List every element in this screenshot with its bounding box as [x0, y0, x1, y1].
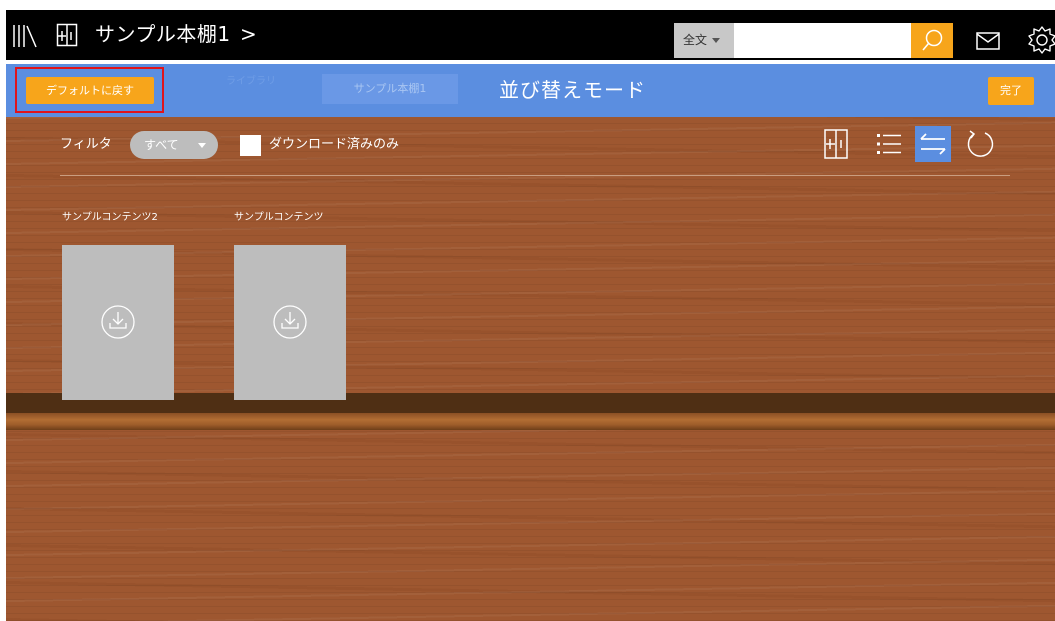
shelf-title[interactable]: サンプル本棚1: [95, 20, 231, 48]
download-icon[interactable]: [100, 304, 136, 340]
app-frame: サンプル本棚1 > 全文 デフォルトに戻す ライブラリ サンプル本棚1 並び替え…: [6, 0, 1055, 621]
sort-mode-bar: デフォルトに戻す ライブラリ サンプル本棚1 並び替えモード 完了: [6, 64, 1055, 117]
download-icon[interactable]: [272, 304, 308, 340]
done-button[interactable]: 完了: [988, 77, 1034, 105]
sort-icon[interactable]: [915, 126, 951, 162]
mode-title: 並び替えモード: [499, 78, 646, 102]
tab-current-shelf: サンプル本棚1: [322, 74, 458, 104]
book-cover[interactable]: [62, 245, 174, 400]
shelf-board: [6, 413, 1055, 430]
bookshelf-area: フィルタ すべて ダウンロード済みのみ サンプルコンテンツ2 サンプルコンテンツ: [6, 117, 1055, 621]
filter-select[interactable]: すべて: [130, 131, 218, 159]
breadcrumb-chevron[interactable]: >: [240, 20, 257, 48]
downloaded-only-label[interactable]: ダウンロード済みのみ: [269, 135, 399, 155]
mail-icon[interactable]: [976, 32, 1000, 50]
tab-library: ライブラリ: [226, 76, 276, 87]
refresh-icon[interactable]: [961, 126, 997, 162]
chevron-down-icon: [198, 143, 206, 148]
downloaded-only-checkbox[interactable]: [240, 135, 261, 156]
chevron-down-icon: [712, 38, 721, 43]
filter-selected-value: すべて: [144, 138, 179, 152]
filter-label: フィルタ: [60, 137, 112, 152]
top-bar: サンプル本棚1 > 全文: [6, 10, 1055, 60]
book-title: サンプルコンテンツ2: [62, 212, 158, 223]
search-input[interactable]: [734, 23, 911, 58]
bookshelf-icon[interactable]: [56, 23, 78, 47]
book-cover[interactable]: [234, 245, 346, 400]
search-scope-select[interactable]: 全文: [674, 23, 734, 58]
filter-divider: [60, 175, 1010, 176]
add-shelf-icon[interactable]: [818, 126, 854, 162]
library-icon[interactable]: [12, 24, 38, 48]
highlight-box: [15, 67, 164, 113]
gear-icon[interactable]: [1026, 24, 1055, 56]
list-view-icon[interactable]: [871, 126, 907, 162]
book-title: サンプルコンテンツ: [234, 212, 324, 223]
search-scope-label: 全文: [683, 33, 708, 47]
search-icon: [922, 29, 943, 51]
search-button[interactable]: [911, 23, 953, 58]
